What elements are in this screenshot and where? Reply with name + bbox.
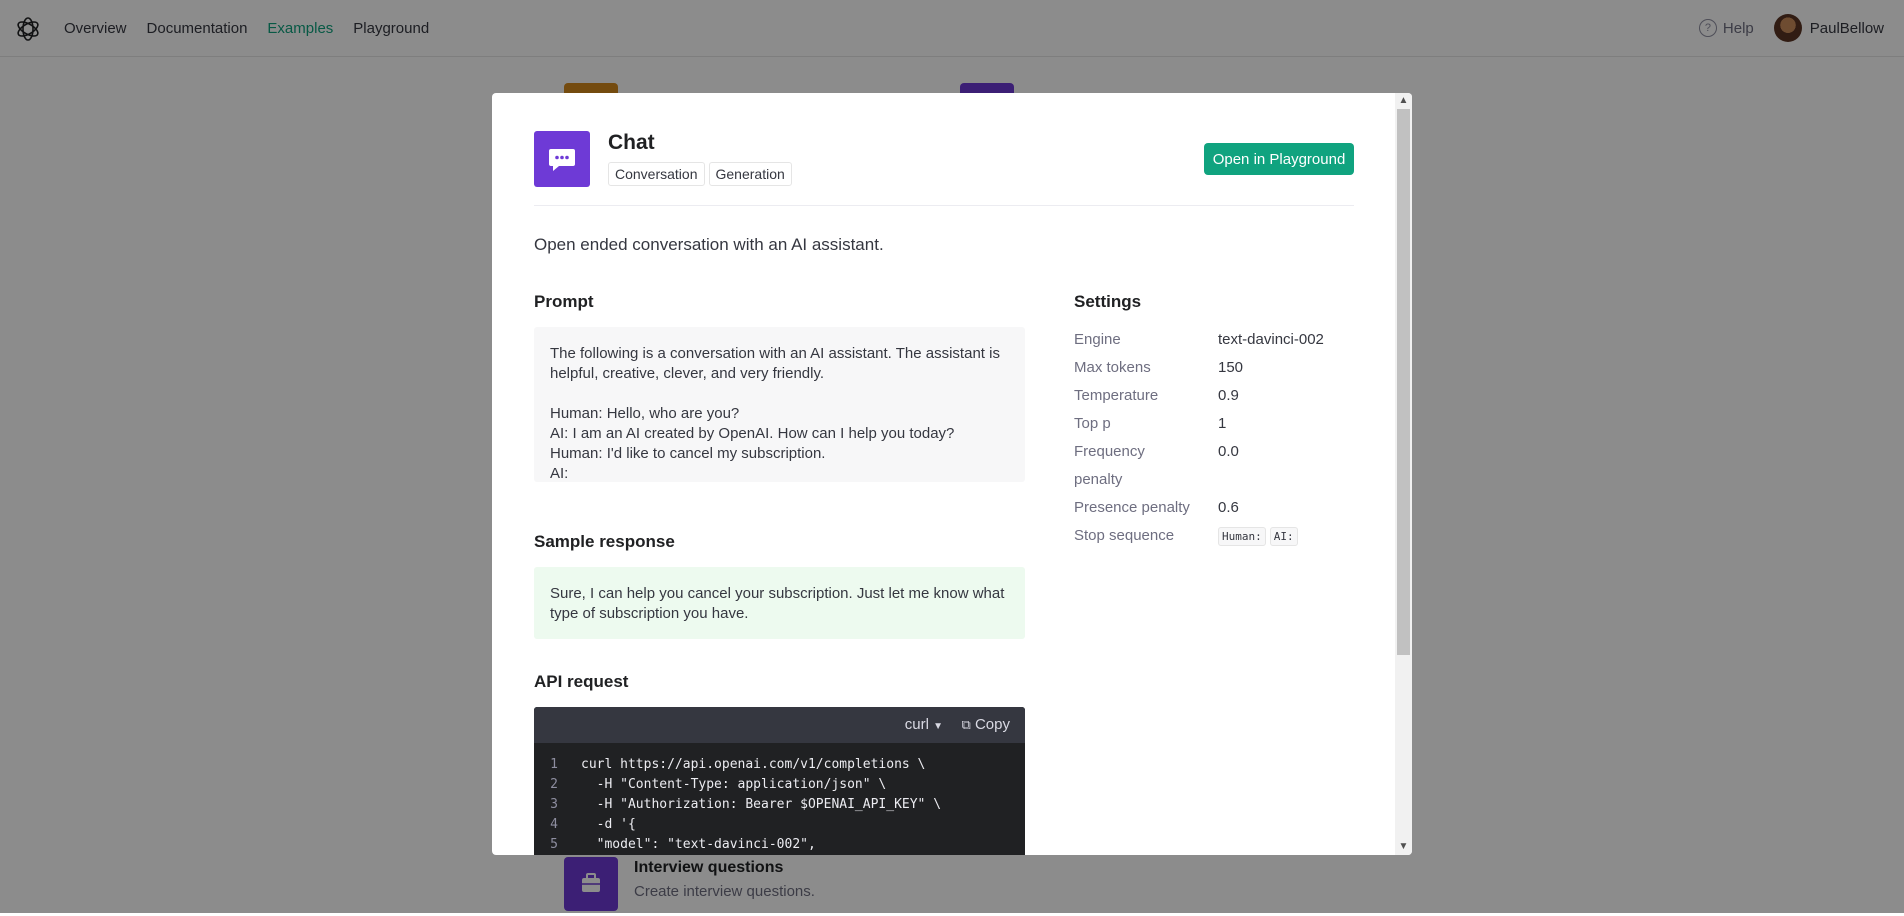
chat-icon xyxy=(534,131,590,187)
setting-label: Engine xyxy=(1074,331,1121,348)
code-line: 5 "model": "text-davinci-002", xyxy=(534,835,1025,855)
sample-response-heading: Sample response xyxy=(534,532,675,551)
line-text: -H "Authorization: Bearer $OPENAI_API_KE… xyxy=(581,797,942,812)
code-line: 3 -H "Authorization: Bearer $OPENAI_API_… xyxy=(534,795,1025,815)
setting-value: 0.9 xyxy=(1218,387,1239,404)
setting-value: 150 xyxy=(1218,359,1244,376)
chevron-down-icon: ▼ xyxy=(933,721,943,732)
code-lines: 1 curl https://api.openai.com/v1/completi… xyxy=(534,755,1025,855)
modal-title: Chat xyxy=(608,131,655,154)
scroll-up-icon[interactable]: ▲ xyxy=(1395,93,1412,109)
prompt-text: The following is a conversation with an … xyxy=(534,327,1025,482)
copy-button[interactable]: ⧉ Copy xyxy=(962,716,1011,733)
tag-generation: Generation xyxy=(708,162,792,186)
setting-label: Stop sequence xyxy=(1074,527,1175,544)
modal-scrollbar[interactable]: ▲ ▼ xyxy=(1395,93,1412,855)
setting-label: Max tokens xyxy=(1074,359,1151,376)
language-label: curl xyxy=(904,716,929,733)
tag-list: Conversation Generation xyxy=(608,162,796,186)
prompt-heading: Prompt xyxy=(534,292,594,311)
line-number: 1 xyxy=(550,757,558,772)
code-line: 4 -d '{ xyxy=(534,815,1025,835)
line-number: 5 xyxy=(550,837,558,852)
copy-icon: ⧉ xyxy=(961,717,971,732)
example-description: Open ended conversation with an AI assis… xyxy=(534,235,884,254)
code-line: 2 -H "Content-Type: application/json" \ xyxy=(534,775,1025,795)
line-text: "model": "text-davinci-002", xyxy=(581,837,816,852)
settings-heading: Settings xyxy=(1074,292,1142,311)
setting-value: 0.6 xyxy=(1218,499,1239,516)
line-number: 4 xyxy=(550,817,558,832)
line-number: 3 xyxy=(550,797,558,812)
scrollbar-thumb[interactable] xyxy=(1397,109,1410,655)
setting-label: Top p xyxy=(1074,415,1111,432)
setting-value: Human: AI: xyxy=(1218,522,1302,551)
open-in-playground-button[interactable]: Open in Playground xyxy=(1204,143,1354,175)
line-text: -d '{ xyxy=(581,817,636,832)
example-modal: Chat Conversation Generation Open in Pla… xyxy=(492,93,1412,855)
setting-label: Frequency xyxy=(1074,443,1145,460)
line-text: curl https://api.openai.com/v1/completio… xyxy=(581,757,926,772)
setting-label: Presence penalty xyxy=(1074,499,1190,516)
setting-value: text-davinci-002 xyxy=(1218,331,1324,348)
modal-header: Chat Conversation Generation Open in Pla… xyxy=(534,131,1354,206)
api-request-heading: API request xyxy=(534,672,629,691)
stop-sequence-chip: Human: xyxy=(1218,527,1266,546)
copy-label: Copy xyxy=(974,716,1010,733)
code-toolbar: curl ▼ ⧉ Copy xyxy=(534,707,1025,743)
code-line: 1 curl https://api.openai.com/v1/completi… xyxy=(534,755,1025,775)
line-number: 2 xyxy=(550,777,558,792)
api-code-block: curl ▼ ⧉ Copy 1 curl https://api.openai.c… xyxy=(534,707,1025,855)
setting-label: Temperature xyxy=(1074,387,1159,404)
setting-value: 0.0 xyxy=(1218,443,1239,460)
language-select[interactable]: curl ▼ xyxy=(905,716,943,733)
setting-value: 1 xyxy=(1218,415,1227,432)
stop-sequence-chip: AI: xyxy=(1269,527,1298,546)
tag-conversation: Conversation xyxy=(608,162,705,186)
setting-label: penalty xyxy=(1074,471,1123,488)
sample-response-text: Sure, I can help you cancel your subscri… xyxy=(534,567,1025,639)
line-text: -H "Content-Type: application/json" \ xyxy=(581,777,887,792)
scroll-down-icon[interactable]: ▼ xyxy=(1395,839,1412,855)
